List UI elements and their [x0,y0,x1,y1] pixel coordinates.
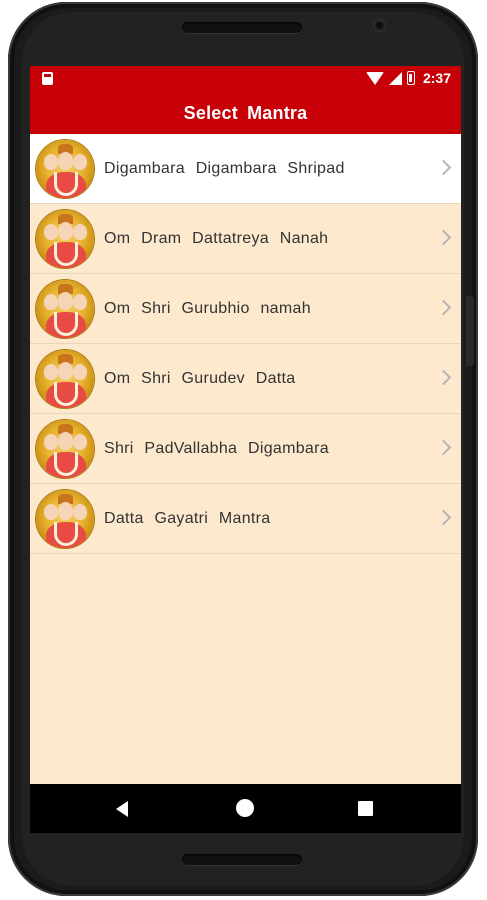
chevron-right-icon [435,439,452,456]
page-title: Select Mantra [183,102,308,123]
chevron-right-icon [435,159,452,176]
sd-card-icon [42,72,53,85]
screen: 2:37 Select Mantra Digambara Digambara S… [30,66,461,833]
list-item-mantra-1[interactable]: Digambara Digambara Shripad [30,134,461,204]
bottom-speaker [182,854,302,865]
dattatreya-avatar [36,350,94,408]
chevron-right-icon [435,369,452,386]
dattatreya-avatar [36,490,94,548]
back-icon[interactable] [116,801,128,817]
top-speaker [182,22,302,33]
recent-apps-icon[interactable] [358,801,373,816]
status-icons: 2:37 [365,70,451,86]
mantra-label: Om Dram Dattatreya Nanah [104,230,329,247]
dattatreya-avatar [36,280,94,338]
list-item-mantra-5[interactable]: Shri PadVallabha Digambara [30,414,461,484]
home-icon[interactable] [236,799,254,817]
app-toolbar: Select Mantra [30,92,461,134]
list-item-mantra-6[interactable]: Datta Gayatri Mantra [30,484,461,554]
volume-button [466,296,474,366]
status-bar: 2:37 [30,66,461,92]
chevron-right-icon [435,299,452,316]
battery-icon [406,71,415,85]
system-nav-bar [30,784,461,833]
mantra-list: Digambara Digambara Shripad Om Dram Datt… [30,134,461,784]
list-item-mantra-3[interactable]: Om Shri Gurubhio namah [30,274,461,344]
chevron-right-icon [435,509,452,526]
dattatreya-avatar [36,140,94,198]
mantra-label: Shri PadVallabha Digambara [104,440,329,457]
chevron-right-icon [435,229,452,246]
front-camera [374,20,385,31]
list-item-mantra-2[interactable]: Om Dram Dattatreya Nanah [30,204,461,274]
list-item-mantra-4[interactable]: Om Shri Gurudev Datta [30,344,461,414]
dattatreya-avatar [36,210,94,268]
status-time: 2:37 [422,70,451,86]
signal-icon [388,71,402,85]
mantra-label: Om Shri Gurubhio namah [104,300,311,317]
mantra-label: Digambara Digambara Shripad [104,160,345,177]
wifi-icon [365,71,384,85]
mantra-label: Om Shri Gurudev Datta [104,370,296,387]
dattatreya-avatar [36,420,94,478]
mantra-label: Datta Gayatri Mantra [104,510,271,527]
